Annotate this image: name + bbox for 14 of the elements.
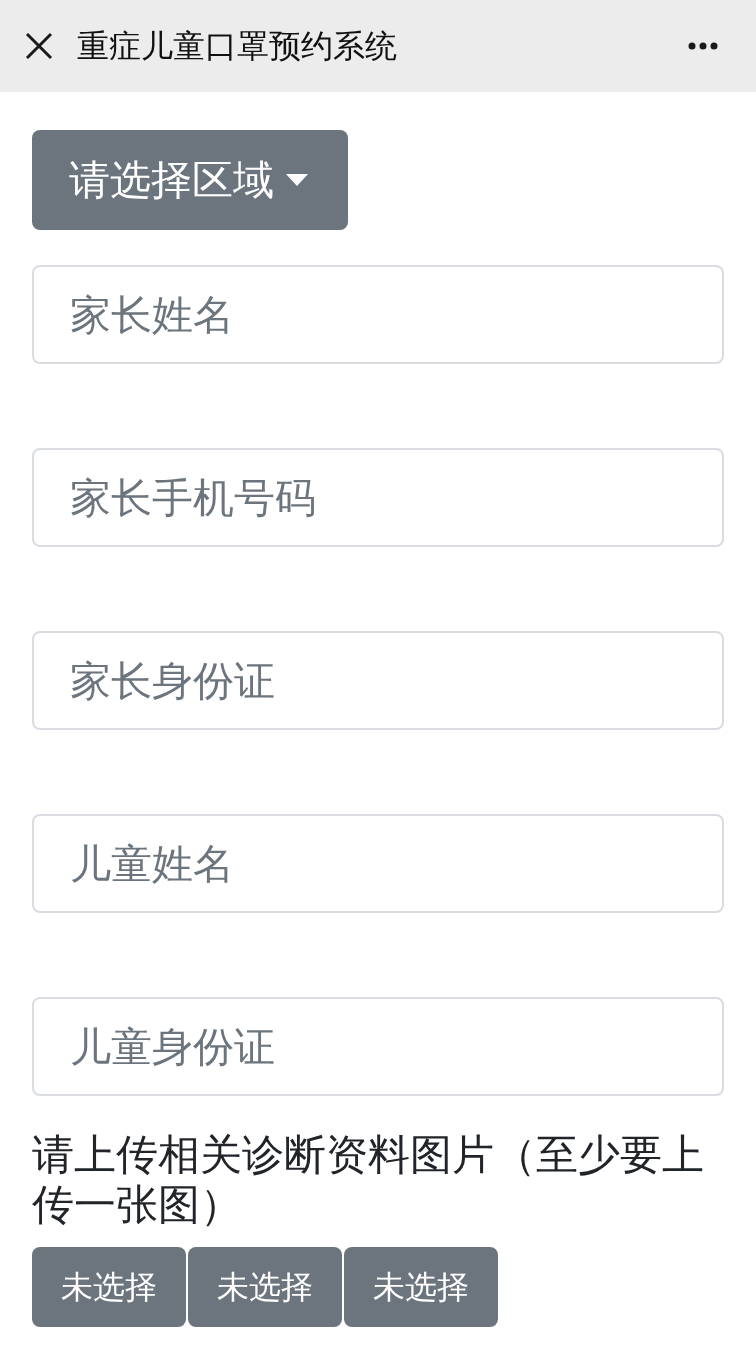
file-select-button[interactable]: 未选择 (188, 1247, 342, 1327)
file-select-button[interactable]: 未选择 (344, 1247, 498, 1327)
input-field[interactable]: 儿童身份证 (32, 997, 724, 1096)
input-field[interactable]: 家长姓名 (32, 265, 724, 364)
close-icon[interactable] (24, 31, 54, 61)
caret-icon (286, 174, 308, 186)
file-select-button[interactable]: 未选择 (32, 1247, 186, 1327)
upload-instruction: 请上传相关诊断资料图片（至少要上传一张图） (32, 1130, 705, 1230)
input-field[interactable]: 家长手机号码 (32, 448, 724, 547)
page-title: 重症儿童口罩预约系统 (77, 26, 397, 66)
more-icon[interactable] (688, 42, 718, 50)
input-field[interactable]: 儿童姓名 (32, 814, 724, 913)
input-field[interactable]: 家长身份证 (32, 631, 724, 730)
region-dropdown[interactable]: 请选择区域 (32, 130, 348, 230)
